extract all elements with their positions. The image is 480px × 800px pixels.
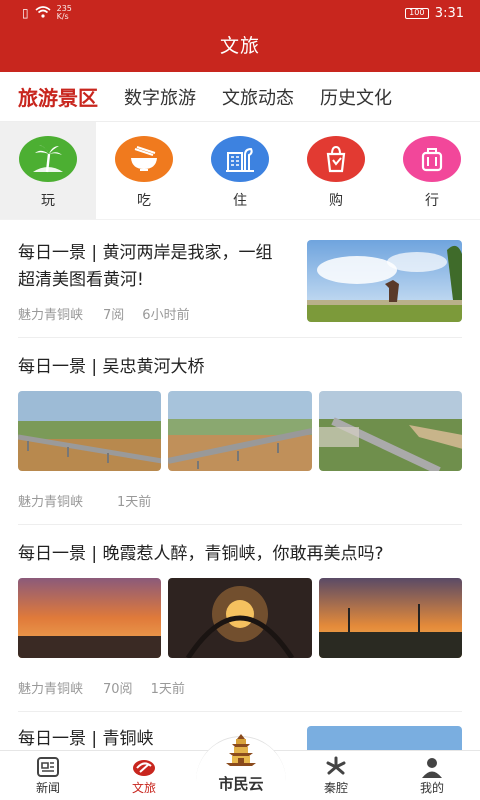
item-title: 每日一景 | 吴忠黄河大桥 (18, 357, 205, 377)
item-source: 魅力青铜峡 (18, 495, 84, 510)
list-item[interactable]: 每日一景 | 吴忠黄河大桥 魅力青铜峡 1天前 (18, 338, 462, 525)
quick-play-label: 玩 (41, 193, 55, 209)
status-bar: ▯ 235 K/s 100 3:31 (0, 0, 480, 26)
quick-travel-label: 行 (425, 193, 439, 209)
user-icon (420, 755, 444, 779)
tab-news[interactable]: 文旅动态 (222, 84, 294, 110)
clock: 3:31 (434, 5, 464, 21)
list-item[interactable]: 每日一景 | 黄河两岸是我家，一组超清美图看黄河! 魅力青铜峡 7阅 6小时前 (18, 220, 462, 338)
quick-eat-label: 吃 (137, 193, 151, 209)
item-reads: 70阅 (103, 682, 133, 697)
item-time: 1天前 (150, 682, 185, 697)
nav-news-label: 新闻 (35, 781, 60, 795)
tab-digital[interactable]: 数字旅游 (124, 84, 196, 110)
hotel-icon (211, 136, 269, 182)
item-image (18, 578, 162, 658)
item-image (18, 391, 162, 471)
quick-shop[interactable]: 购 (288, 122, 384, 219)
app-header: ▯ 235 K/s 100 3:31 文旅 (0, 0, 480, 72)
flower-icon (324, 755, 348, 779)
quick-stay[interactable]: 住 (192, 122, 288, 219)
luggage-icon (403, 136, 461, 182)
palm-tree-icon (19, 136, 77, 182)
quick-stay-label: 住 (233, 193, 247, 209)
shopping-bag-icon (307, 136, 365, 182)
list-item[interactable]: 每日一景 | 晚霞惹人醉，青铜峡，你敢再美点吗? 魅力青铜峡 70阅 1天前 (18, 525, 462, 712)
net-speed: 235 K/s (57, 5, 72, 21)
quick-shop-label: 购 (329, 193, 343, 209)
item-reads: 7阅 (103, 308, 125, 323)
nav-culture[interactable]: 文旅 (96, 751, 192, 800)
quick-play[interactable]: 玩 (0, 122, 96, 219)
nav-mine-label: 我的 (419, 781, 444, 795)
quick-entries: 玩 吃 住 购 行 (0, 122, 480, 220)
item-title: 每日一景 | 黄河两岸是我家，一组超清美图看黄河! (18, 243, 273, 290)
nav-news[interactable]: 新闻 (0, 751, 96, 800)
wifi-icon (35, 5, 51, 21)
item-source: 魅力青铜峡 (18, 308, 84, 323)
tab-scenic[interactable]: 旅游景区 (18, 82, 98, 111)
brand-label: 市民云 (218, 775, 264, 793)
item-image (168, 578, 312, 658)
culture-travel-icon (131, 755, 157, 779)
item-time: 1天前 (117, 495, 152, 510)
tower-logo-icon (221, 733, 261, 773)
nav-opera[interactable]: 秦腔 (288, 751, 384, 800)
nav-culture-label: 文旅 (131, 781, 156, 795)
item-image (318, 578, 462, 658)
quick-travel[interactable]: 行 (384, 122, 480, 219)
quick-eat[interactable]: 吃 (96, 122, 192, 219)
newspaper-icon (36, 755, 60, 779)
item-time: 6小时前 (142, 308, 190, 323)
item-source: 魅力青铜峡 (18, 682, 84, 697)
battery-icon: 100 (404, 7, 429, 19)
nav-mine[interactable]: 我的 (384, 751, 480, 800)
food-bowl-icon (115, 136, 173, 182)
category-tabs: 旅游景区 数字旅游 文旅动态 历史文化 (0, 72, 480, 122)
item-title: 每日一景 | 晚霞惹人醉，青铜峡，你敢再美点吗? (18, 544, 384, 564)
nav-opera-label: 秦腔 (323, 781, 348, 795)
tab-history[interactable]: 历史文化 (320, 84, 392, 110)
item-image (318, 391, 462, 471)
page-title: 文旅 (219, 35, 260, 57)
news-feed: 每日一景 | 黄河两岸是我家，一组超清美图看黄河! 魅力青铜峡 7阅 6小时前 … (0, 220, 480, 756)
sim-icon: ▯ (22, 6, 29, 20)
item-thumbnail (307, 240, 462, 322)
net-speed-unit: K/s (56, 12, 69, 21)
item-image (168, 391, 312, 471)
